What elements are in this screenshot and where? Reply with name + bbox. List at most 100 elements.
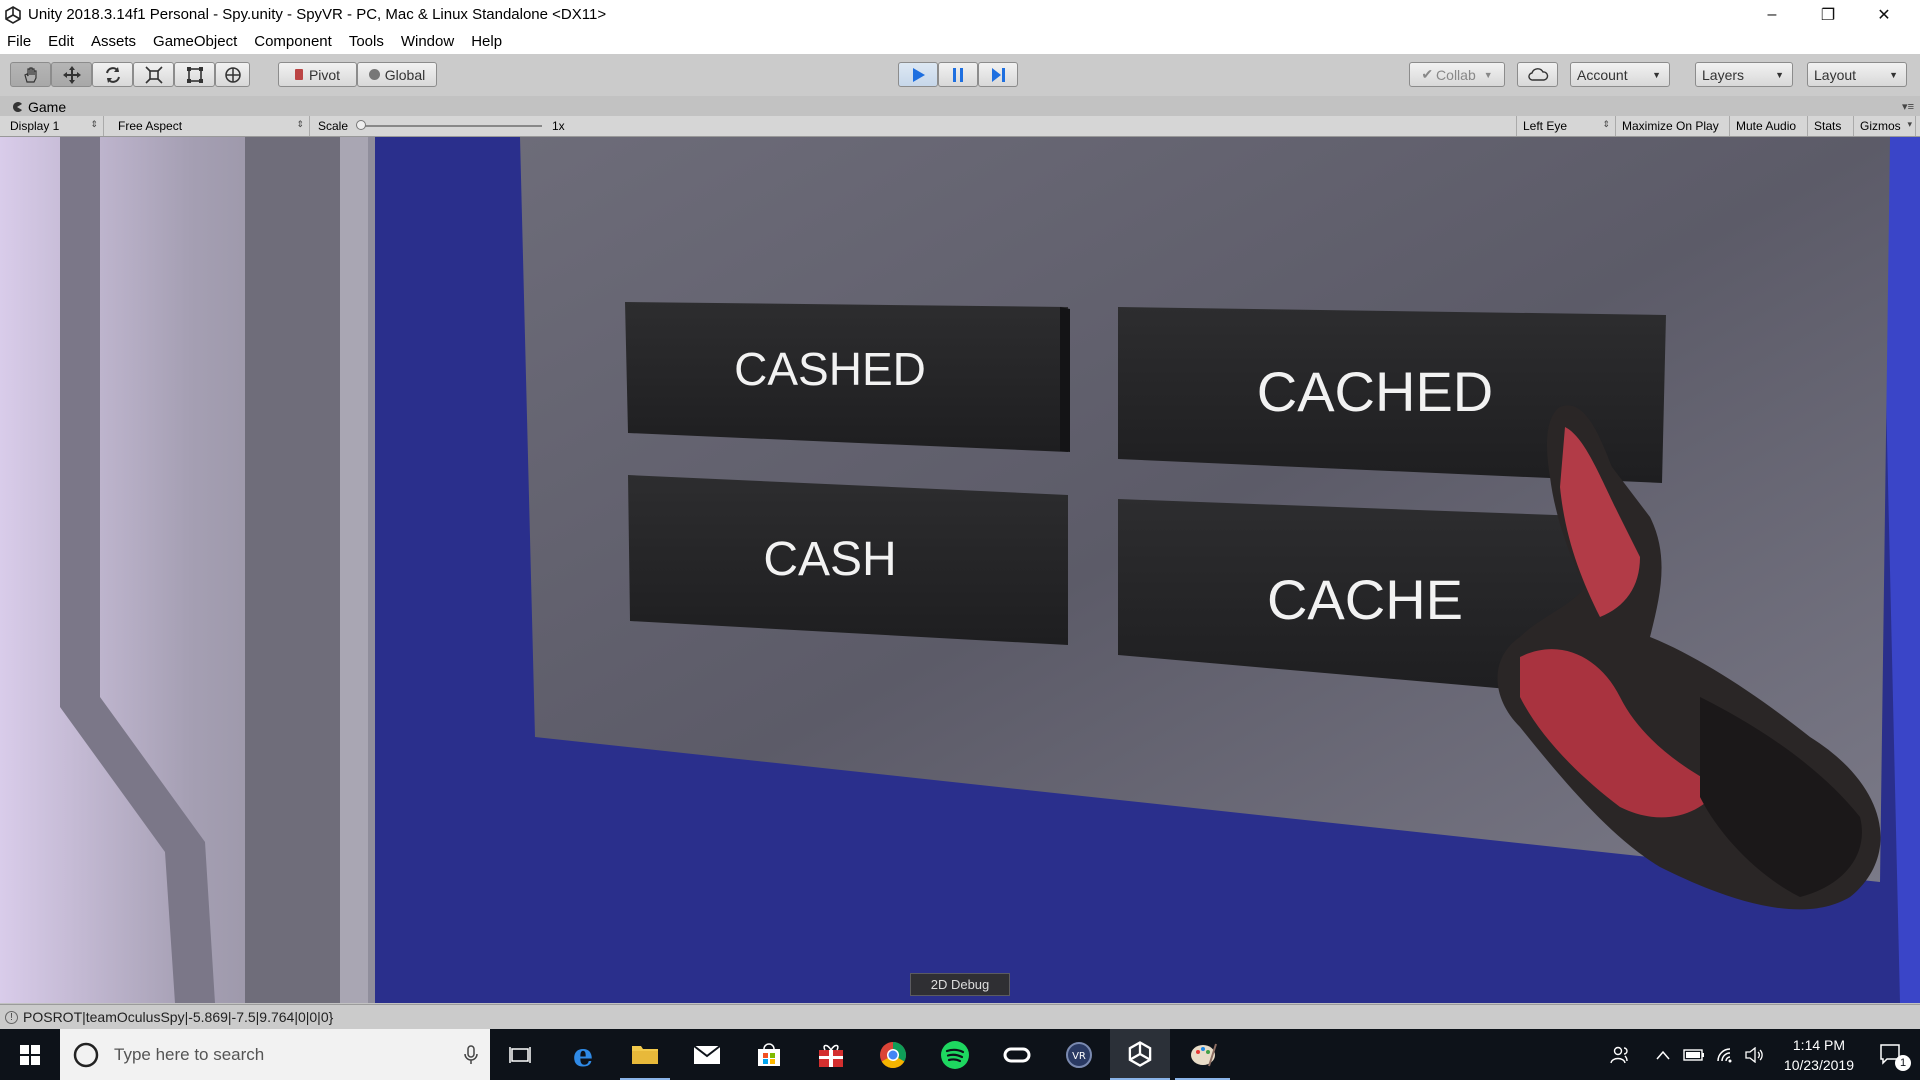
store-icon[interactable] (744, 1029, 794, 1080)
oculus-icon[interactable] (992, 1029, 1042, 1080)
main-toolbar: Pivot Global ✔ Collab ▼ Account ▼ Layers… (0, 54, 1920, 97)
clock-time: 1:14 PM (1792, 1037, 1846, 1053)
game-view-controls: Display 1 ⇕ Free Aspect ⇕ Scale 1x Left … (0, 116, 1920, 137)
action-center-icon[interactable]: 1 (1866, 1029, 1916, 1080)
console-status-bar[interactable]: ! POSROT|teamOculusSpy|-5.869|-7.5|9.764… (0, 1004, 1920, 1029)
edge-browser-icon[interactable]: e (558, 1029, 608, 1080)
display-value: Display 1 (10, 119, 60, 133)
gizmos-label: Gizmos (1860, 119, 1901, 133)
cache-button-label: CACHE (1266, 568, 1464, 631)
collab-label: Collab (1436, 66, 1476, 83)
gift-icon[interactable] (806, 1029, 856, 1080)
search-placeholder: Type here to search (114, 1044, 265, 1064)
move-tool-button[interactable] (51, 62, 92, 87)
scale-slider-handle[interactable] (356, 120, 366, 130)
cached-button-label: CACHED (1256, 360, 1494, 423)
file-explorer-icon[interactable] (620, 1029, 670, 1080)
restore-button[interactable]: ❐ (1800, 0, 1856, 29)
paint-app-icon[interactable] (1175, 1029, 1230, 1080)
people-icon[interactable] (1605, 1029, 1635, 1080)
maximize-label: Maximize On Play (1622, 119, 1719, 133)
unity-logo-icon (5, 5, 21, 24)
eye-value: Left Eye (1523, 119, 1568, 133)
hand-tool-button[interactable] (10, 62, 51, 87)
cloud-button[interactable] (1517, 62, 1558, 87)
play-button[interactable] (898, 62, 938, 87)
mute-audio-toggle[interactable]: Mute Audio (1730, 116, 1808, 136)
scale-tool-button[interactable] (133, 62, 174, 87)
start-button[interactable] (0, 1029, 60, 1080)
cortana-circle-icon (73, 1042, 99, 1067)
mute-label: Mute Audio (1736, 119, 1797, 133)
tab-game[interactable]: Game (4, 97, 114, 116)
2d-debug-button[interactable]: 2D Debug (910, 973, 1010, 996)
scale-slider-track[interactable] (360, 125, 542, 127)
rotate-tool-button[interactable] (92, 62, 133, 87)
wifi-icon[interactable] (1712, 1029, 1740, 1080)
cloud-icon (1527, 67, 1548, 81)
move-arrows-icon (62, 65, 81, 84)
pause-button[interactable] (938, 62, 978, 87)
account-label: Account (1577, 66, 1628, 83)
pivot-label: Pivot (308, 66, 341, 83)
volume-icon[interactable] (1742, 1029, 1768, 1080)
menu-gameobject[interactable]: GameObject (144, 33, 245, 50)
steamvr-icon[interactable]: VR (1054, 1029, 1104, 1080)
title-bar: Unity 2018.3.14f1 Personal - Spy.unity -… (0, 0, 1920, 29)
menu-window[interactable]: Window (392, 33, 462, 50)
taskbar-clock[interactable]: 1:14 PM 10/23/2019 (1784, 1035, 1854, 1075)
menu-assets[interactable]: Assets (82, 33, 144, 50)
stats-toggle[interactable]: Stats (1808, 116, 1854, 136)
account-dropdown[interactable]: Account ▼ (1570, 62, 1670, 87)
pivot-icon (294, 69, 303, 80)
menu-component[interactable]: Component (245, 33, 340, 50)
close-button[interactable]: ✕ (1856, 0, 1912, 29)
game-controller-icon (13, 101, 22, 112)
tray-chevron-up-icon[interactable] (1650, 1029, 1676, 1080)
step-button[interactable] (978, 62, 1018, 87)
microphone-icon[interactable] (464, 1044, 478, 1065)
transform-tool-button[interactable] (215, 62, 250, 87)
global-toggle[interactable]: Global (357, 62, 437, 87)
layout-dropdown[interactable]: Layout ▼ (1807, 62, 1907, 87)
rect-tool-button[interactable] (174, 62, 215, 87)
svg-text:VR: VR (1072, 1051, 1086, 1062)
info-icon: ! (5, 1010, 18, 1024)
scale-label: Scale (318, 119, 349, 133)
menu-file[interactable]: File (0, 33, 39, 50)
spotify-icon[interactable] (930, 1029, 980, 1080)
tab-menu-icon[interactable]: ▾≡ (1902, 100, 1914, 113)
maximize-on-play-toggle[interactable]: Maximize On Play (1616, 116, 1730, 136)
game-viewport[interactable]: CASHED CACHED CASH CACHE (0, 137, 1920, 1003)
updown-arrow-icon: ⇕ (1602, 119, 1610, 129)
rotate-icon (105, 66, 120, 83)
eye-dropdown[interactable]: Left Eye ⇕ (1516, 116, 1616, 136)
game-tab-label: Game (28, 98, 67, 115)
display-dropdown[interactable]: Display 1 ⇕ (4, 116, 104, 136)
windows-taskbar: Type here to search e VR 1:14 PM 10/23/2… (0, 1029, 1920, 1080)
collab-dropdown[interactable]: ✔ Collab ▼ (1409, 62, 1505, 87)
step-icon (992, 67, 1005, 82)
chrome-icon[interactable] (868, 1029, 918, 1080)
mail-icon[interactable] (682, 1029, 732, 1080)
unity-taskbar-icon[interactable] (1110, 1029, 1170, 1080)
layout-label: Layout (1814, 66, 1857, 83)
minimize-button[interactable]: – (1744, 0, 1800, 29)
pivot-toggle[interactable]: Pivot (278, 62, 357, 87)
windows-logo-icon (20, 1044, 40, 1065)
window-title: Unity 2018.3.14f1 Personal - Spy.unity -… (28, 6, 607, 23)
battery-icon[interactable] (1680, 1029, 1708, 1080)
aspect-dropdown[interactable]: Free Aspect ⇕ (112, 116, 310, 136)
menu-help[interactable]: Help (462, 33, 510, 50)
layers-dropdown[interactable]: Layers ▼ (1695, 62, 1793, 87)
pause-icon (953, 67, 963, 82)
dropdown-arrow-icon: ▼ (1652, 69, 1661, 80)
game-tab-header: Game ▾≡ (0, 96, 1920, 116)
menu-edit[interactable]: Edit (39, 33, 82, 50)
layers-label: Layers (1702, 66, 1745, 83)
taskbar-search-box[interactable]: Type here to search (60, 1029, 490, 1080)
menu-tools[interactable]: Tools (340, 33, 392, 50)
menu-bar: File Edit Assets GameObject Component To… (0, 29, 1920, 54)
task-view-icon[interactable] (495, 1029, 545, 1080)
gizmos-dropdown[interactable]: Gizmos ▾ (1854, 116, 1916, 136)
